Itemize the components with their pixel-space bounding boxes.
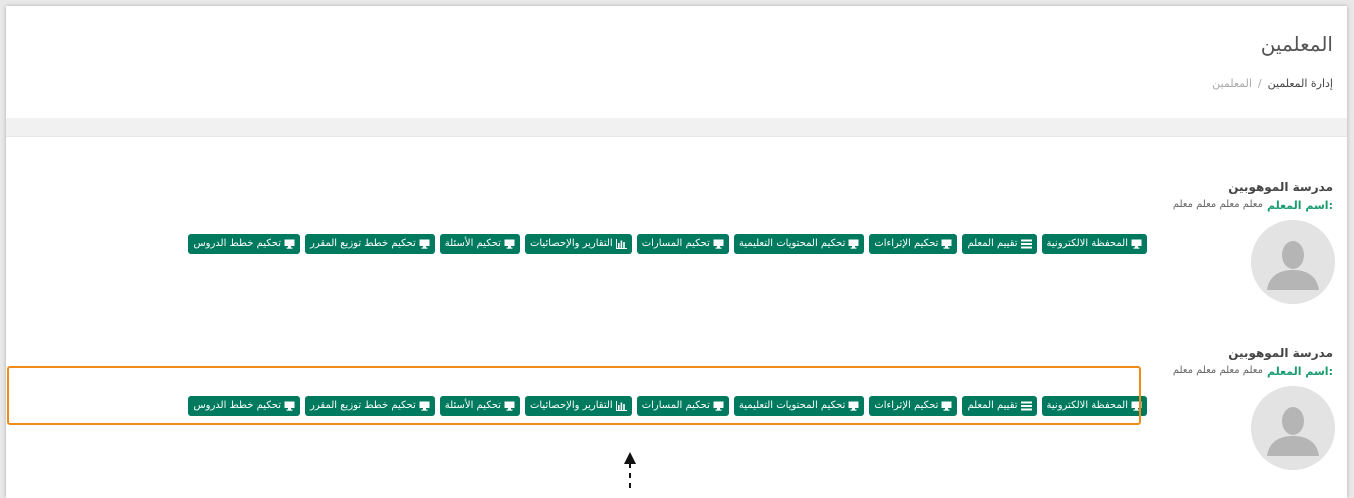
teachers-panel: المعلمين إدارة المعلمين / المعلمين مدرسة… bbox=[6, 6, 1347, 498]
page-header: المعلمين إدارة المعلمين / المعلمين bbox=[6, 6, 1347, 121]
action-button-label: تحكيم المحتويات التعليمية bbox=[738, 400, 846, 411]
monitor-icon bbox=[419, 401, 430, 411]
breadcrumb-teachers-management-link[interactable]: إدارة المعلمين bbox=[1268, 77, 1333, 90]
action-button[interactable]: تحكيم المحتويات التعليمية bbox=[733, 234, 865, 254]
action-button-label: المحفظة الالكترونية bbox=[1046, 238, 1128, 249]
action-button-label: التقارير والإحصائيات bbox=[529, 400, 613, 411]
teacher-row: مدرسة الموهوبين اسم المعلم: معلم معلم مع… bbox=[6, 324, 1347, 498]
action-button[interactable]: تحكيم الأسئلة bbox=[439, 234, 520, 254]
action-button[interactable]: تقييم المعلم bbox=[962, 396, 1037, 416]
teacher-name-label: اسم المعلم: bbox=[1266, 199, 1333, 212]
action-button-label: المحفظة الالكترونية bbox=[1046, 400, 1128, 411]
monitor-icon bbox=[504, 401, 515, 411]
action-button[interactable]: التقارير والإحصائيات bbox=[524, 234, 632, 254]
action-button-label: تحكيم المسارات bbox=[641, 400, 710, 411]
action-button[interactable]: تحكيم المسارات bbox=[636, 396, 729, 416]
monitor-icon bbox=[941, 401, 952, 411]
teacher-row: مدرسة الموهوبين اسم المعلم: معلم معلم مع… bbox=[6, 137, 1347, 326]
teacher-name-value: معلم معلم معلم معلم bbox=[1172, 365, 1263, 376]
action-button-label: تحكيم المسارات bbox=[641, 238, 710, 249]
action-button[interactable]: المحفظة الالكترونية bbox=[1041, 396, 1147, 416]
school-name: مدرسة الموهوبين bbox=[1228, 346, 1333, 360]
monitor-icon bbox=[848, 239, 859, 249]
teacher-actions: المحفظة الالكترونية تقييم المعلم تحكيم الإ… bbox=[188, 234, 1147, 254]
avatar bbox=[1251, 386, 1335, 470]
action-button[interactable]: تحكيم خطط الدروس bbox=[188, 396, 301, 416]
breadcrumb-current: المعلمين bbox=[1212, 77, 1252, 90]
action-button-label: تحكيم الإثراءات bbox=[874, 238, 939, 249]
user-silhouette-icon bbox=[1251, 386, 1335, 470]
action-button-label: تحكيم خطط توزيع المقرر bbox=[310, 400, 416, 411]
action-button[interactable]: تحكيم الإثراءات bbox=[869, 234, 958, 254]
breadcrumb: إدارة المعلمين / المعلمين bbox=[1212, 77, 1333, 90]
page-title: المعلمين bbox=[1260, 32, 1333, 56]
action-button[interactable]: تحكيم المحتويات التعليمية bbox=[733, 396, 865, 416]
action-button[interactable]: تحكيم خطط الدروس bbox=[188, 234, 301, 254]
action-button[interactable]: تحكيم المسارات bbox=[636, 234, 729, 254]
monitor-icon bbox=[284, 239, 295, 249]
action-button-label: تحكيم خطط الدروس bbox=[193, 238, 282, 249]
monitor-icon bbox=[848, 401, 859, 411]
action-button-label: تحكيم المحتويات التعليمية bbox=[738, 238, 846, 249]
action-button[interactable]: المحفظة الالكترونية bbox=[1041, 234, 1147, 254]
user-silhouette-icon bbox=[1251, 220, 1335, 304]
action-button[interactable]: تقييم المعلم bbox=[962, 234, 1037, 254]
action-button[interactable]: تحكيم خطط توزيع المقرر bbox=[305, 396, 435, 416]
action-button-label: تقييم المعلم bbox=[967, 238, 1018, 249]
action-button-label: تحكيم الإثراءات bbox=[874, 400, 939, 411]
monitor-icon bbox=[504, 239, 515, 249]
teacher-name-label: اسم المعلم: bbox=[1266, 365, 1333, 378]
teacher-actions: المحفظة الالكترونية تقييم المعلم تحكيم الإ… bbox=[188, 396, 1147, 416]
action-button[interactable]: تحكيم الأسئلة bbox=[439, 396, 520, 416]
bar-chart-icon bbox=[615, 401, 627, 411]
action-button[interactable]: التقارير والإحصائيات bbox=[524, 396, 632, 416]
school-name: مدرسة الموهوبين bbox=[1228, 180, 1333, 194]
avatar bbox=[1251, 220, 1335, 304]
list-icon bbox=[1020, 239, 1032, 249]
action-button-label: تحكيم خطط توزيع المقرر bbox=[310, 238, 416, 249]
monitor-icon bbox=[941, 239, 952, 249]
monitor-icon bbox=[713, 239, 724, 249]
breadcrumb-separator: / bbox=[1257, 77, 1262, 90]
action-button-label: تحكيم خطط الدروس bbox=[193, 400, 282, 411]
monitor-icon bbox=[284, 401, 295, 411]
teacher-name-value: معلم معلم معلم معلم bbox=[1172, 199, 1263, 210]
monitor-icon bbox=[1131, 239, 1142, 249]
monitor-icon bbox=[419, 239, 430, 249]
action-button[interactable]: تحكيم الإثراءات bbox=[869, 396, 958, 416]
teacher-name-line: اسم المعلم: معلم معلم معلم معلم bbox=[1173, 365, 1333, 378]
action-button-label: التقارير والإحصائيات bbox=[529, 238, 613, 249]
header-divider-band bbox=[6, 118, 1347, 137]
monitor-icon bbox=[713, 401, 724, 411]
action-button[interactable]: تحكيم خطط توزيع المقرر bbox=[305, 234, 435, 254]
action-button-label: تحكيم الأسئلة bbox=[444, 238, 501, 249]
action-button-label: تحكيم الأسئلة bbox=[444, 400, 501, 411]
action-button-label: تقييم المعلم bbox=[967, 400, 1018, 411]
teacher-name-line: اسم المعلم: معلم معلم معلم معلم bbox=[1173, 199, 1333, 212]
arrow-up-icon bbox=[624, 452, 636, 488]
bar-chart-icon bbox=[615, 239, 627, 249]
monitor-icon bbox=[1131, 401, 1142, 411]
list-icon bbox=[1020, 401, 1032, 411]
